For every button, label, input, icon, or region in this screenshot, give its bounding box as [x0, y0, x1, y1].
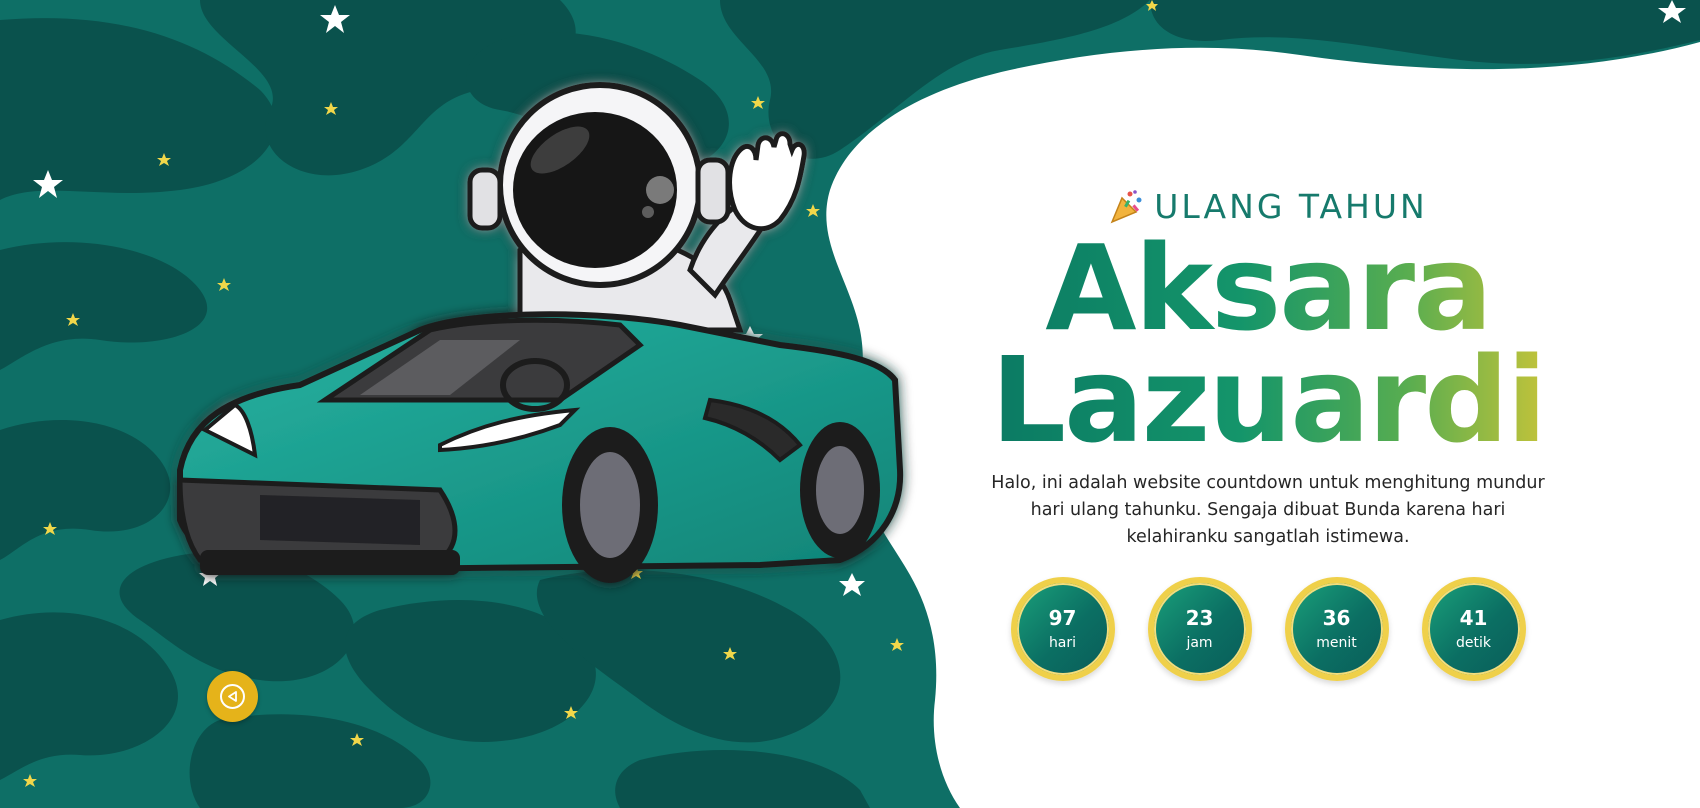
- name-line-2: Lazuardi: [990, 331, 1546, 469]
- countdown-hours-unit: jam: [1186, 635, 1213, 651]
- birthday-name: Aksara Lazuardi: [991, 232, 1545, 456]
- countdown-minutes-unit: menit: [1316, 635, 1357, 651]
- countdown-hours-value: 23: [1185, 606, 1214, 630]
- countdown-minutes: 36 menit: [1284, 577, 1389, 681]
- countdown-hours: 23 jam: [1147, 577, 1252, 681]
- description: Halo, ini adalah website countdown untuk…: [991, 473, 1545, 547]
- countdown-days-unit: hari: [1048, 635, 1077, 651]
- hero-panel: ULANG TAHUN Aksara Lazuardi Halo, ini ad…: [968, 180, 1568, 681]
- countdown-minutes-value: 36: [1322, 606, 1351, 630]
- countdown-days: 97 hari: [1010, 577, 1115, 681]
- countdown-days-value: 97: [1048, 606, 1077, 630]
- music-toggle-button[interactable]: [207, 671, 258, 722]
- countdown-seconds-value: 41: [1459, 606, 1488, 630]
- name-line-1: Aksara: [1045, 219, 1491, 357]
- countdown-seconds: 41 detik: [1421, 577, 1526, 681]
- countdown-seconds-unit: detik: [1456, 635, 1491, 651]
- play-music-icon: [220, 684, 245, 709]
- countdown: 97 hari 23 jam 36 menit 41 detik: [1010, 577, 1526, 681]
